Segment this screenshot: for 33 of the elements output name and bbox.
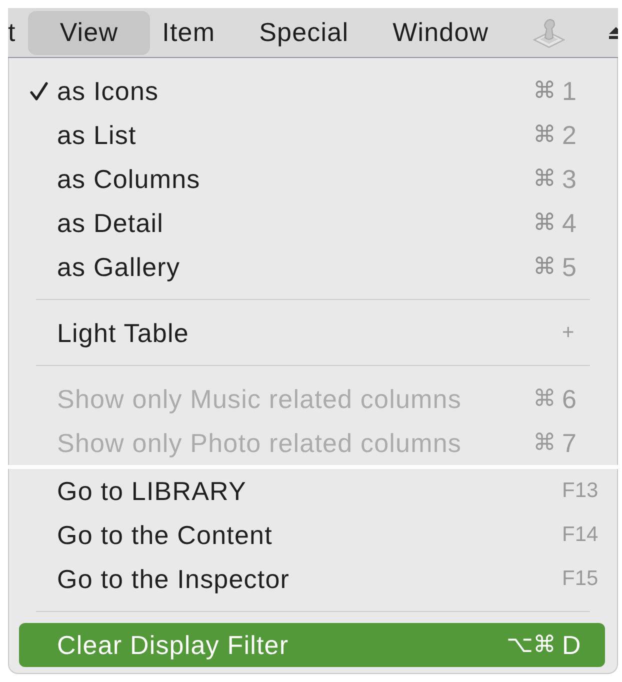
menu-item[interactable]: Go to the Inspector F15 — [19, 557, 605, 601]
shortcut-key: + — [562, 321, 574, 345]
menu-item[interactable]: as Columns ⌘ 3 — [19, 157, 605, 201]
shortcut-modifiers: ⌘ — [533, 430, 556, 456]
shortcut-modifiers: ⌘ — [533, 210, 556, 236]
shortcut-key: 6 — [562, 384, 576, 414]
shortcut-key: 1 — [562, 76, 576, 106]
shortcut-modifiers: ⌘ — [533, 254, 556, 280]
menu-item[interactable]: Light Table + — [19, 311, 605, 355]
menu-title[interactable]: Special — [237, 10, 371, 54]
shortcut-key: 3 — [562, 164, 576, 194]
menu-title[interactable]: View — [28, 10, 150, 54]
shortcut-key: 2 — [562, 120, 576, 150]
menu-item[interactable]: as Icons ⌘ 1 — [19, 69, 605, 113]
menu-item[interactable]: as List ⌘ 2 — [19, 113, 605, 157]
shortcut-modifiers: ⌘ — [533, 122, 556, 148]
menu-item[interactable]: Go to LIBRARY F13 — [19, 469, 605, 513]
shortcut-key: 4 — [562, 208, 576, 238]
shortcut-modifiers: ⌘ — [533, 78, 556, 104]
shortcut-key: 7 — [562, 428, 576, 458]
shortcut-key: 5 — [562, 252, 576, 282]
menu-item[interactable]: as Detail ⌘ 4 — [19, 201, 605, 245]
menu-item[interactable]: as Gallery ⌘ 5 — [19, 245, 605, 289]
shortcut-key: F15 — [562, 567, 598, 591]
shortcut-modifiers: ⌥⌘ — [506, 632, 556, 658]
shortcut-key: D — [562, 630, 581, 660]
shortcut-key: F13 — [562, 479, 598, 503]
menu-item[interactable]: Clear Display Filter ⌥⌘ D — [19, 623, 605, 667]
shortcut-key: F14 — [562, 523, 598, 547]
shortcut-modifiers: ⌘ — [533, 166, 556, 192]
shortcut-modifiers: ⌘ — [533, 386, 556, 412]
menu-title[interactable]: Window — [370, 10, 511, 54]
menu-item[interactable]: Go to the Content F14 — [19, 513, 605, 557]
